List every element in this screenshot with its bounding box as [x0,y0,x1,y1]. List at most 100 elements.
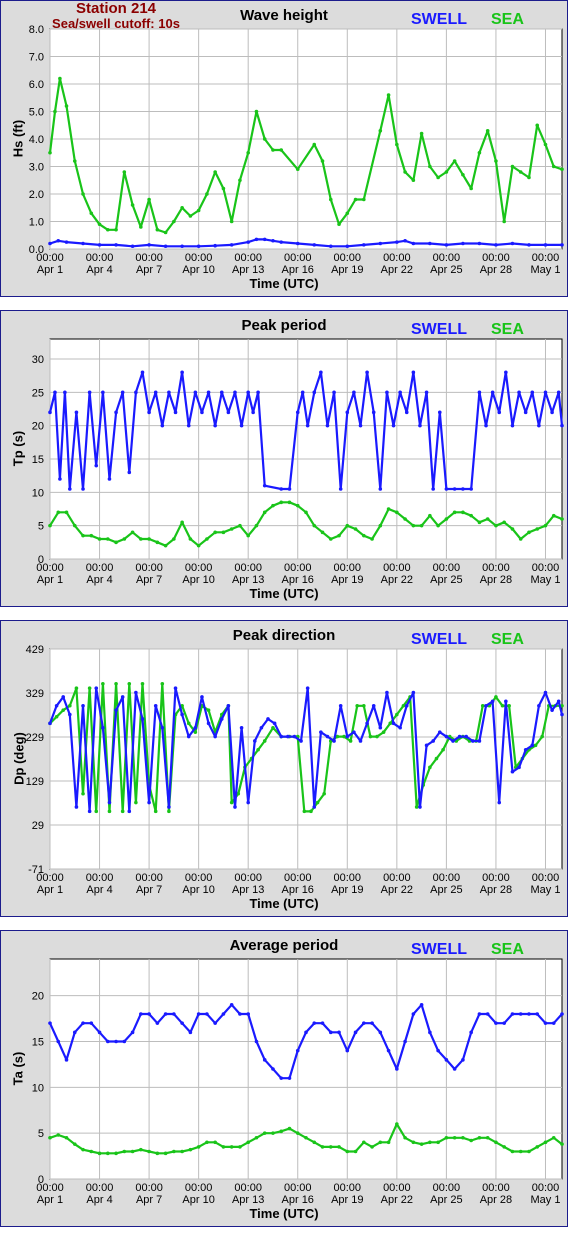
data-point-swell [457,734,462,739]
data-point-swell [299,739,303,743]
data-point-sea [355,703,360,708]
data-point-swell [213,1021,217,1025]
data-point-swell [424,390,429,395]
data-point-sea [262,510,267,515]
data-point-swell [378,725,383,730]
data-point-sea [295,1131,300,1135]
data-point-sea [196,208,201,213]
data-point-sea [494,523,498,528]
data-point-sea [362,1140,366,1145]
data-point-swell [328,1030,333,1035]
data-point-swell [48,721,52,726]
data-point-swell [411,1012,416,1016]
data-point-swell [452,1067,457,1071]
data-point-swell [239,725,244,730]
x-tick-date: Apr 16 [282,884,314,896]
data-point-sea [254,1135,259,1140]
data-point-swell [471,739,475,743]
data-point-sea [436,175,440,180]
data-point-sea [64,104,69,108]
data-point-swell [219,390,224,395]
x-tick-time: 00:00 [433,1182,461,1194]
data-point-swell [437,410,442,415]
data-point-sea [328,537,333,541]
data-point-swell [205,1012,209,1016]
data-point-sea [362,703,366,708]
y-tick-label: 29 [32,820,44,832]
data-point-swell [497,410,502,415]
data-point-sea [271,148,275,152]
data-point-sea [238,1145,242,1149]
data-point-swell [287,487,292,491]
data-point-swell [352,730,356,734]
data-point-swell [477,241,482,246]
data-point-sea [403,517,407,521]
x-tick-date: May 1 [530,884,560,896]
data-point-swell [262,1058,267,1062]
data-point-swell [292,734,297,739]
data-point-swell [305,423,310,428]
data-point-sea [205,537,209,541]
data-point-swell [74,410,79,415]
data-point-swell [262,237,267,242]
data-point-sea [368,734,373,739]
data-point-swell [352,390,356,395]
data-point-sea [72,159,77,163]
data-point-swell [254,237,259,242]
data-point-sea [48,1135,52,1140]
data-point-sea [395,712,399,717]
data-point-sea [337,1145,341,1149]
data-point-sea [395,510,399,515]
data-point-sea [89,1149,94,1154]
data-point-sea [414,805,419,809]
data-point-swell [312,1021,317,1025]
data-point-sea [147,197,151,202]
data-point-sea [246,1140,250,1145]
data-point-swell [193,725,198,730]
x-tick-time: 00:00 [234,1182,262,1194]
data-point-sea [370,537,374,541]
data-point-sea [500,703,505,708]
data-point-swell [160,423,165,428]
data-point-swell [543,1021,548,1025]
data-point-swell [200,410,204,415]
data-point-swell [127,809,132,814]
data-point-swell [173,686,178,690]
data-point-sea [337,222,341,227]
data-point-swell [358,423,363,428]
data-point-swell [147,243,151,247]
data-point-swell [246,1012,250,1016]
data-point-sea [494,695,498,699]
data-point-swell [153,703,158,708]
x-tick-date: Apr 16 [282,1194,314,1206]
data-point-swell [140,717,145,721]
data-point-swell [403,1039,407,1044]
x-tick-date: Apr 22 [381,1194,413,1206]
x-tick-time: 00:00 [334,872,362,884]
y-tick-label: 229 [26,732,44,744]
data-point-sea [477,150,482,155]
data-point-sea [353,1149,358,1154]
x-tick-date: Apr 1 [37,264,63,276]
y-tick-label: 4.0 [29,134,44,146]
data-point-swell [254,1039,259,1044]
data-point-swell [395,240,399,244]
data-point-sea [328,197,333,202]
data-point-sea [180,1149,184,1154]
data-point-swell [122,1039,127,1044]
x-tick-time: 00:00 [284,1182,312,1194]
data-point-sea [518,170,523,174]
data-point-swell [345,410,350,415]
data-point-swell [81,1021,85,1025]
data-point-sea [153,809,158,814]
x-tick-date: Apr 13 [232,574,264,586]
x-tick-date: Apr 28 [480,884,512,896]
data-point-swell [398,390,402,395]
x-tick-date: Apr 22 [381,264,413,276]
data-point-sea [271,725,275,730]
data-point-sea [362,197,366,202]
data-point-swell [345,1048,350,1053]
data-point-swell [180,370,184,375]
x-tick-time: 00:00 [284,872,312,884]
y-tick-label: 3.0 [29,162,44,174]
